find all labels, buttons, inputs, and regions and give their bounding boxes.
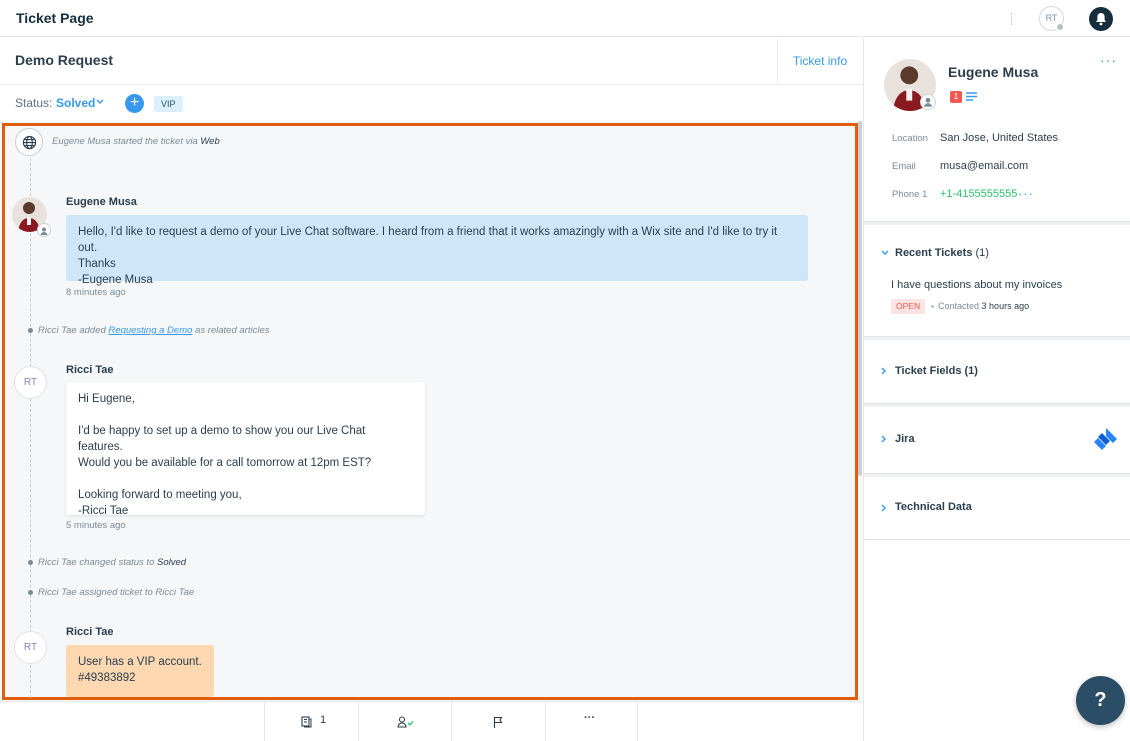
- ticket-name: Demo Request: [15, 52, 114, 68]
- event-text: Ricci Tae assigned ticket to Ricci Tae: [38, 587, 195, 598]
- ticket-start-event: Eugene Musa started the ticket via Web: [52, 136, 220, 147]
- technical-data-header[interactable]: Technical Data: [895, 501, 972, 513]
- customer-name: Eugene Musa: [948, 64, 1039, 80]
- globe-icon: [15, 128, 43, 156]
- jira-logo-icon: [1094, 428, 1117, 450]
- event-text: Ricci Tae changed status to: [38, 557, 155, 568]
- ticket-status-badge: OPEN: [891, 299, 926, 314]
- section-divider: [864, 336, 1130, 340]
- phone-label: Phone 1: [892, 189, 928, 200]
- contacted-time: Contacted 3 hours ago: [938, 301, 1029, 311]
- assign-button[interactable]: [358, 702, 452, 741]
- section-divider: [864, 403, 1130, 407]
- chevron-right-icon[interactable]: [881, 435, 887, 443]
- agent-avatar: RT: [14, 631, 47, 664]
- notifications-bell-icon[interactable]: [1089, 7, 1113, 31]
- message-time: 8 minutes ago: [66, 287, 126, 298]
- timeline-line: [30, 158, 31, 698]
- event-dot: [28, 560, 33, 565]
- help-button[interactable]: ?: [1076, 676, 1125, 725]
- user-check-icon: [397, 716, 414, 728]
- flag-button[interactable]: [451, 702, 546, 741]
- recent-tickets-count: (1): [975, 247, 989, 259]
- phone-more-icon[interactable]: ···: [1018, 186, 1034, 201]
- agent-initials: RT: [1045, 13, 1058, 23]
- customer-more-icon[interactable]: ···: [1100, 52, 1117, 68]
- event-status-value: Solved: [157, 557, 187, 568]
- chevron-right-icon[interactable]: [881, 367, 887, 375]
- message-author: Ricci Tae: [66, 626, 114, 638]
- notification-badge[interactable]: 1: [950, 91, 962, 103]
- top-bar: Ticket Page RT: [0, 0, 1130, 37]
- start-event-channel: Web: [200, 136, 220, 147]
- message-author: Ricci Tae: [66, 364, 114, 376]
- customer-type-icon: [920, 94, 936, 110]
- ticket-info-button[interactable]: Ticket info: [777, 38, 862, 85]
- contacted-label: Contacted: [938, 301, 980, 311]
- add-tag-button[interactable]: +: [125, 94, 144, 113]
- articles-count: 1: [320, 714, 327, 726]
- customer-type-icon: [37, 223, 51, 237]
- status-row: Status: Solved + VIP: [0, 86, 862, 120]
- topbar-divider: [1011, 13, 1012, 25]
- message-bubble-agent: Hi Eugene, I'd be happy to set up a demo…: [66, 382, 425, 517]
- email-value[interactable]: musa@email.com: [940, 160, 1028, 172]
- flag-icon: [493, 716, 503, 728]
- status-change-event: Ricci Tae changed status to Solved: [38, 557, 186, 568]
- recent-tickets-header[interactable]: Recent Tickets (1): [895, 247, 989, 259]
- status-label: Status:: [15, 96, 53, 110]
- agent-avatar: RT: [14, 366, 47, 399]
- conversation-scrollbar[interactable]: [858, 121, 862, 476]
- notes-icon[interactable]: [966, 92, 977, 102]
- message-bubble-customer: Hello, I'd like to request a demo of you…: [66, 215, 808, 286]
- page-title: Ticket Page: [16, 10, 94, 26]
- recent-ticket-subject[interactable]: I have questions about my invoices: [891, 279, 1062, 291]
- customer-panel: Eugene Musa ··· 1 Location San Jose, Uni…: [863, 38, 1130, 741]
- email-label: Email: [892, 161, 916, 172]
- event-dot: [28, 590, 33, 595]
- more-actions-button[interactable]: ···: [545, 702, 638, 741]
- location-label: Location: [892, 133, 928, 144]
- jira-header[interactable]: Jira: [895, 433, 915, 445]
- status-dropdown[interactable]: Solved: [56, 96, 95, 110]
- start-event-text: started the ticket via: [113, 136, 198, 147]
- ticket-fields-header[interactable]: Ticket Fields (1): [895, 365, 978, 377]
- chevron-down-icon[interactable]: [881, 250, 889, 256]
- article-icon: [301, 716, 312, 728]
- separator-dot: [931, 305, 934, 308]
- phone-value[interactable]: +1-4155555555: [940, 188, 1017, 200]
- message-time: 5 minutes ago: [66, 520, 126, 531]
- recent-tickets-title: Recent Tickets: [895, 247, 973, 259]
- contacted-value: 3 hours ago: [981, 301, 1030, 311]
- bottom-toolbar: 1 ···: [0, 701, 862, 741]
- event-text: Ricci Tae added: [38, 325, 106, 336]
- agent-avatar[interactable]: RT: [1039, 6, 1064, 31]
- presence-dot: [1056, 23, 1064, 31]
- ticket-header: Demo Request Ticket info: [0, 38, 862, 85]
- more-dots-icon: ···: [584, 712, 595, 724]
- internal-note-bubble: User has a VIP account. #49383892: [66, 645, 214, 697]
- assign-event: Ricci Tae assigned ticket to Ricci Tae: [38, 587, 194, 598]
- related-article-link[interactable]: Requesting a Demo: [108, 325, 192, 336]
- message-author: Eugene Musa: [66, 196, 137, 208]
- start-event-actor: Eugene Musa: [52, 136, 111, 147]
- chevron-down-icon[interactable]: [96, 99, 104, 105]
- event-text-suffix: as related articles: [195, 325, 270, 336]
- location-value: San Jose, United States: [940, 132, 1059, 144]
- tag-vip[interactable]: VIP: [154, 96, 183, 112]
- article-added-event: Ricci Tae added Requesting a Demo as rel…: [38, 325, 269, 336]
- event-dot: [28, 328, 33, 333]
- chevron-right-icon[interactable]: [881, 504, 887, 512]
- section-divider: [864, 473, 1130, 477]
- section-divider: [864, 221, 1130, 225]
- articles-button[interactable]: 1: [264, 702, 359, 741]
- section-divider: [864, 539, 1130, 540]
